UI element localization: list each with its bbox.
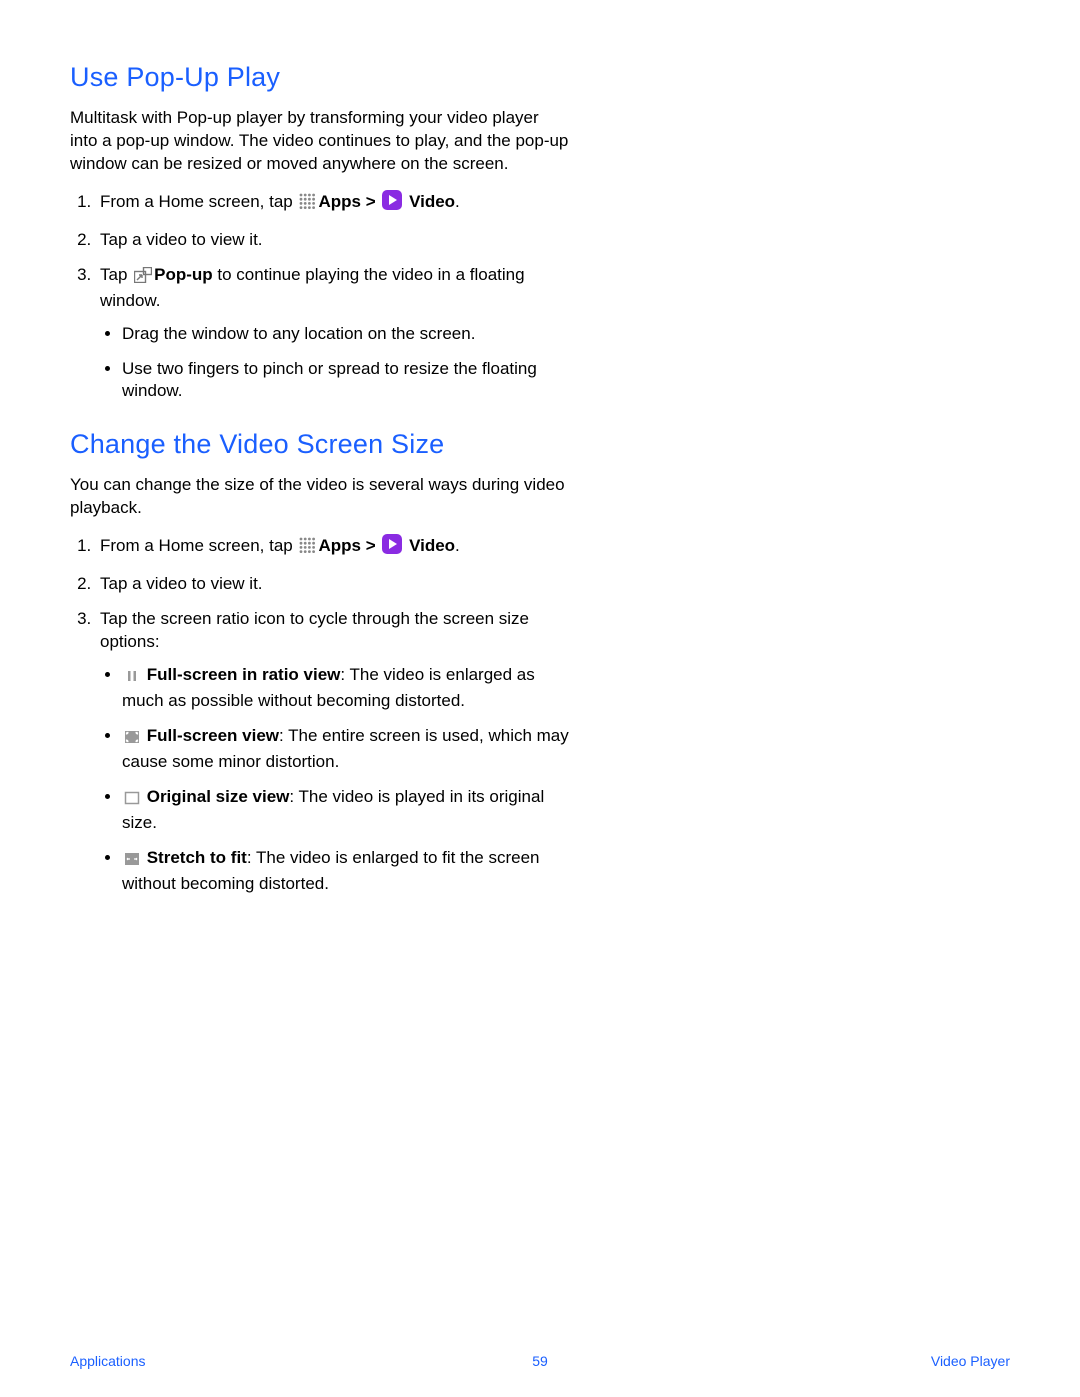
step3-popup-label: Pop-up [154, 265, 213, 284]
content-column: Use Pop-Up Play Multitask with Pop-up pl… [70, 62, 570, 896]
document-page: Use Pop-Up Play Multitask with Pop-up pl… [0, 0, 1080, 1397]
s2-step1-suffix: . [455, 536, 460, 555]
footer-left: Applications [70, 1353, 146, 1369]
step1-suffix: . [455, 192, 460, 211]
stretch-fit-icon [124, 850, 140, 873]
section1-title: Use Pop-Up Play [70, 62, 570, 93]
apps-grid-icon [299, 537, 316, 561]
section2-sub-bullets: Full-screen in ratio view: The video is … [100, 664, 570, 896]
b1-bold: Full-screen in ratio view [142, 665, 340, 684]
s2-step1-prefix: From a Home screen, tap [100, 536, 297, 555]
section1-step1: From a Home screen, tap Apps > Video. [96, 190, 570, 217]
s2-step3-text: Tap the screen ratio icon to cycle throu… [100, 609, 529, 651]
section1-sub-bullets: Drag the window to any location on the s… [100, 323, 570, 404]
section2-bullet4: Stretch to fit: The video is enlarged to… [122, 847, 570, 896]
section1-bullet2: Use two fingers to pinch or spread to re… [122, 358, 570, 404]
section1-step2: Tap a video to view it. [96, 229, 570, 252]
step1-prefix: From a Home screen, tap [100, 192, 297, 211]
apps-grid-icon [299, 193, 316, 217]
popup-icon [134, 267, 152, 290]
section2-step2: Tap a video to view it. [96, 573, 570, 596]
s2-step1-apps-label: Apps > [318, 536, 380, 555]
section1-steps: From a Home screen, tap Apps > Video. Ta… [70, 190, 570, 404]
page-footer: Applications 59 Video Player [70, 1353, 1010, 1369]
section2-step1: From a Home screen, tap Apps > Video. [96, 534, 570, 561]
fullscreen-view-icon [124, 728, 140, 751]
section2-step3: Tap the screen ratio icon to cycle throu… [96, 608, 570, 895]
b3-bold: Original size view [142, 787, 289, 806]
section2-steps: From a Home screen, tap Apps > Video. Ta… [70, 534, 570, 895]
section1-bullet1: Drag the window to any location on the s… [122, 323, 570, 346]
footer-page-number: 59 [532, 1353, 548, 1369]
video-app-icon [382, 190, 402, 217]
footer-right: Video Player [931, 1353, 1010, 1369]
section1-step3: Tap Pop-up to continue playing the video… [96, 264, 570, 404]
step3-prefix: Tap [100, 265, 132, 284]
section2-bullet2: Full-screen view: The entire screen is u… [122, 725, 570, 774]
ratio-view-icon [124, 667, 140, 690]
section2-intro: You can change the size of the video is … [70, 474, 570, 520]
b2-bold: Full-screen view [142, 726, 279, 745]
original-size-icon [124, 789, 140, 812]
section2-bullet1: Full-screen in ratio view: The video is … [122, 664, 570, 713]
step1-apps-label: Apps > [318, 192, 380, 211]
section2-bullet3: Original size view: The video is played … [122, 786, 570, 835]
s2-step1-video-label: Video [404, 536, 455, 555]
section2-title: Change the Video Screen Size [70, 429, 570, 460]
step1-video-label: Video [404, 192, 455, 211]
b4-bold: Stretch to fit [142, 848, 247, 867]
section1-intro: Multitask with Pop-up player by transfor… [70, 107, 570, 176]
video-app-icon [382, 534, 402, 561]
